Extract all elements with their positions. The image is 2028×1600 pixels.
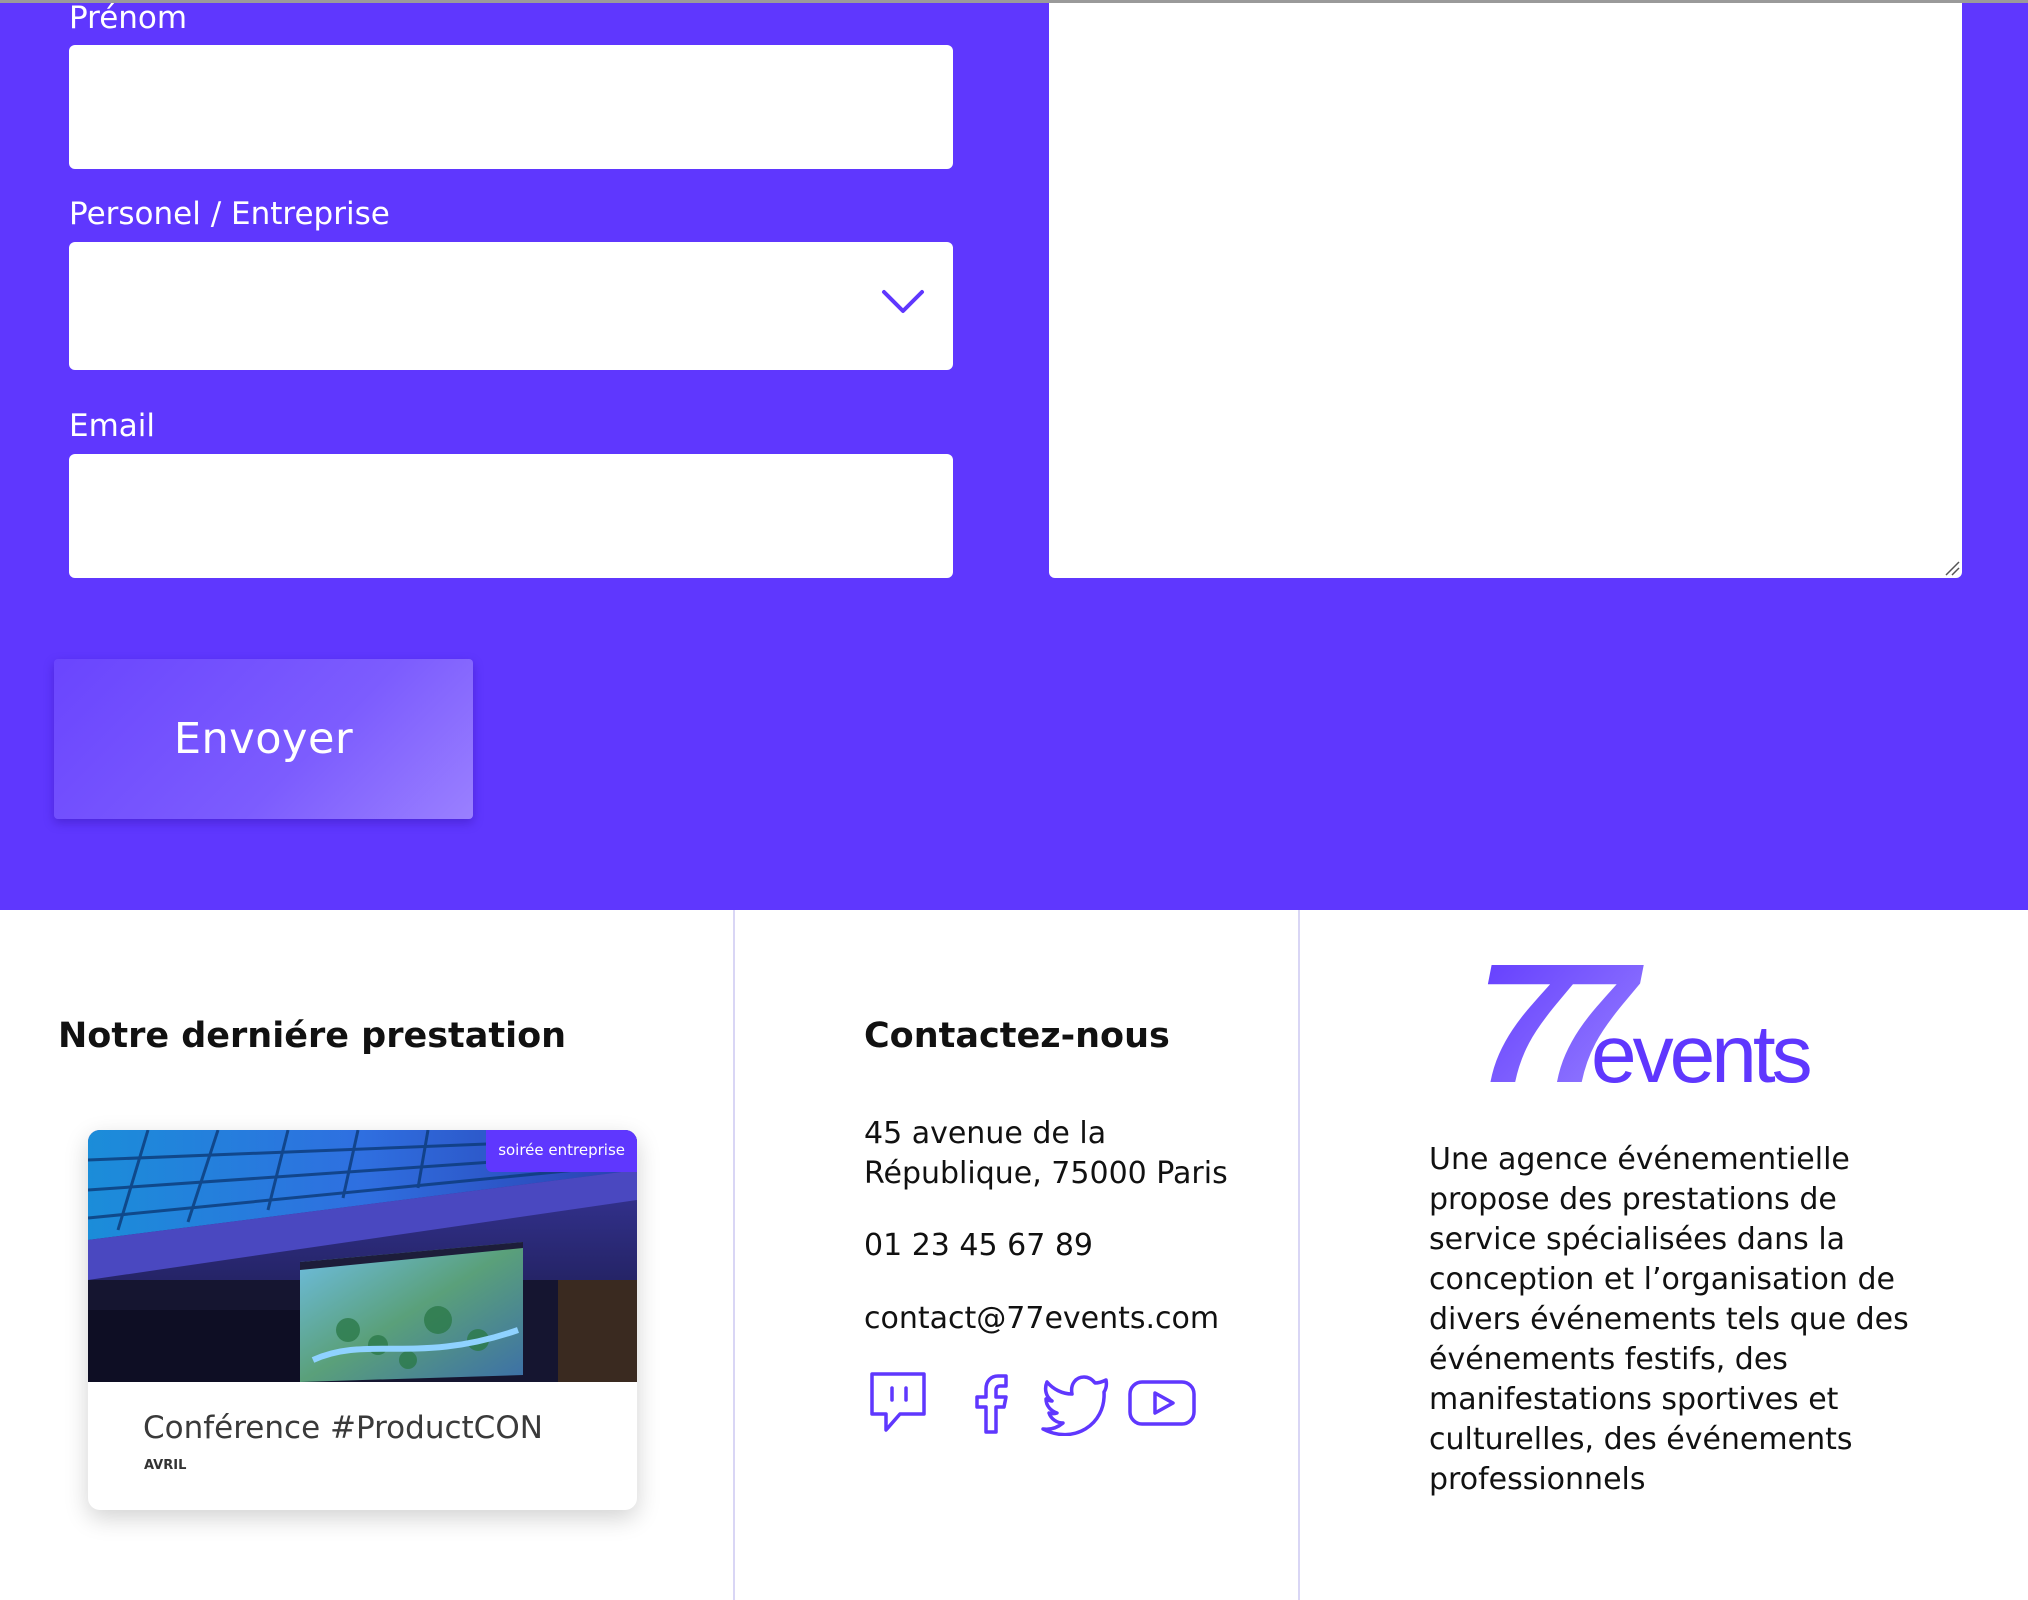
contact-heading: Contactez-nous [864, 1016, 1170, 1056]
address-line-1: 45 avenue de la [864, 1116, 1107, 1151]
address-line-2: République, 75000 Paris [864, 1156, 1228, 1191]
email-input[interactable] [69, 454, 953, 578]
77events-logo[interactable]: 77 events [1474, 960, 1814, 1086]
twitter-icon[interactable] [1040, 1370, 1112, 1436]
submit-button[interactable]: Envoyer [54, 659, 473, 819]
event-month: AVRIL [144, 1458, 187, 1473]
first-name-label: Prénom [69, 0, 188, 36]
facebook-icon[interactable] [962, 1370, 1018, 1436]
event-card[interactable]: soirée entreprise Conférence #ProductCON… [88, 1130, 637, 1510]
email-label: Email [69, 408, 156, 444]
account-type-select[interactable] [69, 242, 953, 370]
contact-form-section: Prénom Personel / Entreprise Email Envoy… [0, 0, 2028, 910]
twitch-icon[interactable] [866, 1370, 930, 1436]
agency-description: Une agence événementielle propose des pr… [1429, 1142, 1909, 1497]
latest-event-heading: Notre derniére prestation [58, 1016, 567, 1056]
column-divider [1298, 910, 1300, 1600]
column-divider [733, 910, 735, 1600]
resize-grip-icon[interactable] [1942, 558, 1960, 576]
message-textarea[interactable] [1049, 3, 1962, 578]
logo-word: events [1591, 1009, 1811, 1086]
email-link[interactable]: contact@77events.com [864, 1299, 1219, 1339]
account-type-label: Personel / Entreprise [69, 196, 390, 232]
youtube-icon[interactable] [1126, 1370, 1198, 1436]
event-category-badge: soirée entreprise [486, 1130, 637, 1172]
chevron-down-icon [882, 290, 924, 313]
first-name-input[interactable] [69, 45, 953, 169]
event-title: Conférence #ProductCON [143, 1410, 543, 1446]
phone-number[interactable]: 01 23 45 67 89 [864, 1226, 1093, 1266]
